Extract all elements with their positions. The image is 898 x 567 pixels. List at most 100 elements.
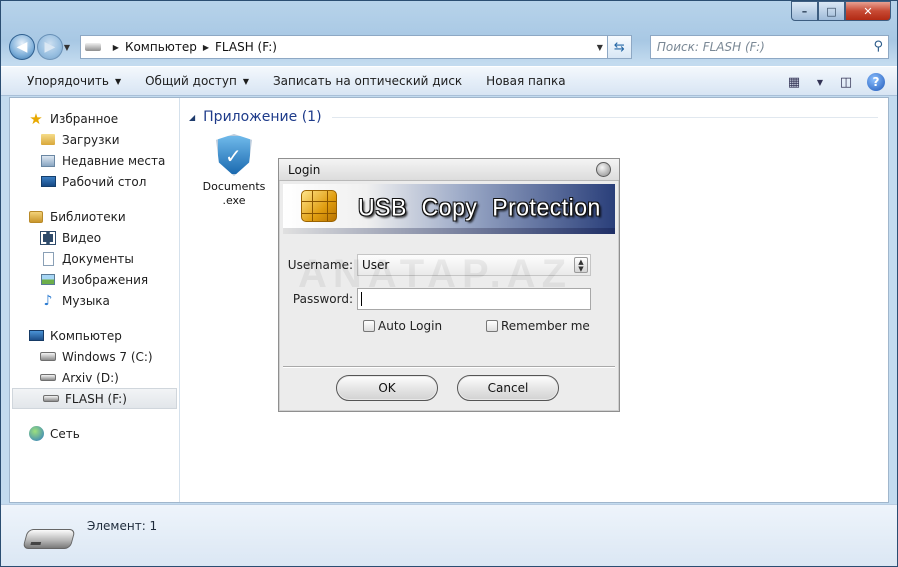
drive-icon bbox=[84, 43, 101, 51]
sidebar-label: Загрузки bbox=[62, 132, 120, 147]
sidebar-item-network[interactable]: Сеть bbox=[10, 423, 179, 444]
sidebar-label: Недавние места bbox=[62, 153, 166, 168]
usb-drive-large-icon bbox=[22, 529, 76, 549]
refresh-button[interactable]: ⇆ bbox=[607, 35, 632, 59]
username-row: Username: User ▲ ▼ bbox=[279, 254, 591, 276]
auto-login-checkbox[interactable]: Auto Login bbox=[363, 319, 442, 333]
preview-pane-icon[interactable]: ◫ bbox=[835, 71, 857, 93]
sidebar-label: Сеть bbox=[50, 426, 80, 441]
breadcrumb-computer[interactable]: Компьютер bbox=[125, 40, 197, 54]
share-button[interactable]: Общий доступ ▼ bbox=[133, 69, 261, 93]
login-title: Login bbox=[288, 162, 321, 177]
star-icon: ★ bbox=[29, 109, 43, 128]
password-input[interactable] bbox=[357, 288, 591, 310]
breadcrumb-flash[interactable]: FLASH (F:) bbox=[215, 40, 277, 54]
breadcrumb-arrow-icon[interactable]: ▶ bbox=[203, 43, 209, 52]
login-title-bar[interactable]: Login bbox=[279, 159, 619, 181]
music-icon: ♪ bbox=[43, 292, 53, 309]
sidebar-item-drive-f[interactable]: FLASH (F:) bbox=[12, 388, 177, 409]
arrow-left-icon: ◀ bbox=[16, 39, 28, 55]
downloads-folder-icon bbox=[40, 132, 56, 148]
address-bar[interactable]: ▶ Компьютер ▶ FLASH (F:) ▼ bbox=[79, 35, 608, 59]
group-divider bbox=[331, 116, 878, 118]
text-caret bbox=[361, 292, 362, 306]
smart-chip-icon bbox=[301, 190, 337, 222]
checkbox-icon[interactable] bbox=[486, 320, 498, 332]
view-options-icon[interactable]: ▦ bbox=[783, 71, 805, 93]
search-placeholder: Поиск: FLASH (F:) bbox=[656, 40, 765, 54]
sidebar-item-libraries[interactable]: Библиотеки bbox=[10, 206, 179, 227]
help-icon[interactable]: ? bbox=[867, 73, 885, 91]
checkbox-icon[interactable] bbox=[363, 320, 375, 332]
group-header[interactable]: ◢ Приложение (1) bbox=[189, 106, 878, 128]
sidebar-item-downloads[interactable]: Загрузки bbox=[10, 129, 179, 150]
back-button[interactable]: ◀ bbox=[9, 34, 35, 60]
details-pane: Элемент: 1 bbox=[1, 504, 897, 566]
video-icon bbox=[40, 230, 56, 246]
password-row: Password: bbox=[279, 288, 591, 310]
collapse-triangle-icon[interactable]: ◢ bbox=[189, 113, 195, 122]
sidebar-label: Избранное bbox=[50, 111, 119, 126]
sidebar-label: Arxiv (D:) bbox=[62, 370, 119, 385]
sidebar-label: Документы bbox=[62, 251, 134, 266]
sidebar-item-recent-places[interactable]: Недавние места bbox=[10, 150, 179, 171]
sidebar-item-drive-d[interactable]: Arxiv (D:) bbox=[10, 367, 179, 388]
banner-title: USB Copy Protection bbox=[358, 193, 601, 221]
network-group: Сеть bbox=[10, 423, 179, 444]
favorites-group: ★ Избранное Загрузки Недавние места Рабо… bbox=[10, 108, 179, 192]
login-dialog: Login USB Copy Protection Username: User… bbox=[278, 158, 620, 412]
burn-disc-button[interactable]: Записать на оптический диск bbox=[261, 69, 474, 93]
caption-buttons: – □ ✕ bbox=[791, 1, 891, 23]
drive-icon bbox=[40, 370, 56, 386]
libraries-icon bbox=[28, 209, 44, 225]
address-row: ◀ ▶ ▼ ▶ Компьютер ▶ FLASH (F:) ▼ ⇆ Поиск… bbox=[9, 32, 889, 62]
dialog-divider bbox=[283, 366, 615, 368]
sidebar-item-video[interactable]: Видео bbox=[10, 227, 179, 248]
navigation-pane[interactable]: ★ Избранное Загрузки Недавние места Рабо… bbox=[10, 98, 180, 502]
sidebar-item-desktop[interactable]: Рабочий стол bbox=[10, 171, 179, 192]
password-label: Password: bbox=[292, 292, 353, 306]
sidebar-label: Музыка bbox=[62, 293, 110, 308]
remember-me-checkbox[interactable]: Remember me bbox=[486, 319, 590, 333]
search-input[interactable]: Поиск: FLASH (F:) ⚲ bbox=[649, 35, 889, 59]
new-folder-button[interactable]: Новая папка bbox=[474, 69, 577, 93]
recent-places-icon bbox=[40, 153, 56, 169]
arrow-right-icon: ▶ bbox=[44, 39, 56, 55]
login-banner: USB Copy Protection bbox=[283, 184, 615, 234]
group-title: Приложение (1) bbox=[203, 109, 322, 125]
address-dropdown-icon[interactable]: ▼ bbox=[597, 43, 603, 52]
close-button[interactable]: ✕ bbox=[845, 1, 891, 21]
sidebar-item-drive-c[interactable]: Windows 7 (C:) bbox=[10, 346, 179, 367]
usb-drive-icon bbox=[43, 391, 59, 407]
sidebar-item-computer[interactable]: Компьютер bbox=[10, 325, 179, 346]
spinner-arrows-icon[interactable]: ▲ ▼ bbox=[574, 257, 588, 273]
status-text: Элемент: 1 bbox=[87, 519, 158, 533]
network-icon bbox=[28, 426, 44, 442]
file-item-documents-exe[interactable]: ✓ Documents .exe bbox=[199, 134, 269, 208]
username-select[interactable]: User ▲ ▼ bbox=[357, 254, 591, 276]
sidebar-item-music[interactable]: ♪ Музыка bbox=[10, 290, 179, 311]
share-label: Общий доступ bbox=[145, 74, 237, 88]
command-bar: Упорядочить ▼ Общий доступ ▼ Записать на о… bbox=[1, 66, 897, 96]
cancel-button[interactable]: Cancel bbox=[457, 375, 559, 401]
sidebar-item-favorites[interactable]: ★ Избранное bbox=[10, 108, 179, 129]
history-dropdown[interactable]: ▼ bbox=[64, 43, 74, 52]
view-dropdown-icon[interactable]: ▼ bbox=[815, 71, 825, 93]
chevron-down-icon: ▼ bbox=[114, 76, 122, 86]
ok-button[interactable]: OK bbox=[336, 375, 438, 401]
maximize-button[interactable]: □ bbox=[818, 1, 845, 21]
login-close-button[interactable] bbox=[596, 162, 611, 177]
breadcrumb-arrow-icon[interactable]: ▶ bbox=[113, 43, 119, 52]
windows-drive-icon bbox=[40, 349, 56, 365]
sidebar-label: Рабочий стол bbox=[62, 174, 147, 189]
forward-button[interactable]: ▶ bbox=[36, 34, 63, 60]
minimize-button[interactable]: – bbox=[791, 1, 818, 21]
sidebar-item-documents[interactable]: Документы bbox=[10, 248, 179, 269]
sidebar-item-pictures[interactable]: Изображения bbox=[10, 269, 179, 290]
computer-icon bbox=[28, 328, 44, 344]
sidebar-label: Библиотеки bbox=[50, 209, 126, 224]
refresh-icon: ⇆ bbox=[613, 39, 625, 55]
organize-button[interactable]: Упорядочить ▼ bbox=[15, 69, 133, 93]
search-icon[interactable]: ⚲ bbox=[873, 39, 883, 54]
libraries-group: Библиотеки Видео Документы Изображения ♪… bbox=[10, 206, 179, 311]
